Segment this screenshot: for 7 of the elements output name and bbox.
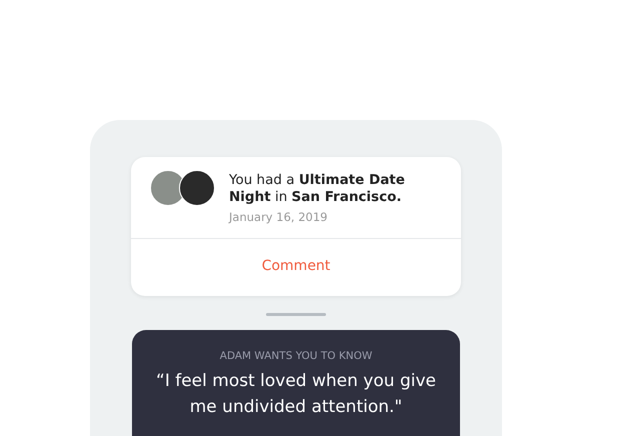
note-eyebrow: ADAM WANTS YOU TO KNOW xyxy=(218,350,374,362)
comment-button[interactable]: Comment xyxy=(256,256,336,276)
activity-date: January 16, 2019 xyxy=(229,210,328,224)
activity-message: You had a Ultimate Date Night in San Francisco. xyxy=(229,172,406,206)
drag-handle[interactable] xyxy=(266,313,326,316)
avatar-placeholder xyxy=(179,170,215,206)
note-quote: “I feel most loved when you give me undivided attention." xyxy=(155,370,437,419)
